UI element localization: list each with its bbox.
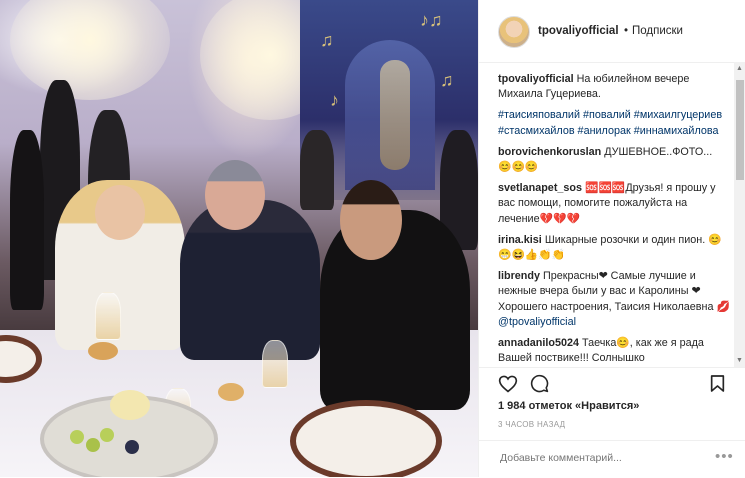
music-note-decoration: ♪ [330, 90, 339, 110]
comments-list: tpovaliyofficial На юбилейном вечере Мих… [498, 72, 730, 369]
comment-text: ДУШЕВНОЕ..ФОТО... [604, 145, 713, 158]
caption-username[interactable]: tpovaliyofficial [498, 73, 574, 85]
comments-scrollbar[interactable]: ▲ ▼ [734, 62, 745, 367]
comment-item: borovichenkoruslan ДУШЕВНОЕ..ФОТО... 😊😊😊 [498, 145, 730, 175]
chandelier-light [10, 0, 170, 100]
comment-username[interactable]: svetlanapet_sos [498, 182, 582, 194]
comment-mention[interactable]: @tpovaliyofficial [498, 316, 576, 328]
face [205, 160, 265, 230]
guest-silhouette [10, 130, 44, 310]
music-note-decoration: ♪♫ [420, 10, 443, 30]
face [95, 185, 145, 240]
more-options-icon[interactable]: ••• [715, 448, 734, 465]
bookmark-icon[interactable] [710, 374, 725, 393]
comment-icon[interactable] [530, 374, 549, 393]
comment-username[interactable]: irina.kisi [498, 234, 542, 246]
grape [70, 430, 84, 444]
comment-item: svetlanapet_sos 🆘🆘🆘Друзья! я прошу у вас… [498, 181, 730, 227]
blueberry [125, 440, 139, 454]
guest-silhouette [300, 130, 334, 210]
comment-item: annadanilo5024 Таечка😊, как же я рада Ва… [498, 336, 730, 366]
heart-icon[interactable] [498, 374, 518, 393]
header-username[interactable]: tpovaliyofficial [538, 25, 619, 37]
caption-hashtags: #таисияповалий #повалий #михаилгуцериев … [498, 108, 730, 138]
face [340, 180, 402, 260]
comment-username[interactable]: librendy [498, 270, 540, 282]
comment-item: librendy Прекрасны❤ Самые лучшие и нежны… [498, 269, 730, 330]
scroll-down-arrow-icon[interactable]: ▼ [736, 357, 743, 364]
post-header: tpovaliyofficial • Подписки [479, 0, 745, 63]
wine-glass [262, 340, 288, 388]
comment-item: irina.kisi Шикарные розочки и один пион.… [498, 233, 730, 263]
add-comment-bar: ••• [479, 440, 745, 478]
hashtag-list[interactable]: #таисияповалий #повалий #михаилгуцериев … [498, 109, 722, 136]
comment-username[interactable]: borovichenkoruslan [498, 146, 601, 158]
music-note-decoration: ♫ [440, 70, 454, 90]
grape [86, 438, 100, 452]
header-separator: • [624, 25, 629, 37]
music-note-decoration: ♫ [320, 30, 334, 50]
post-photo[interactable]: ♫ ♪♫ ♫ ♪ [0, 0, 478, 477]
bread-roll [88, 342, 118, 360]
avatar[interactable] [498, 16, 530, 48]
dinner-plate [290, 400, 442, 477]
post-sidebar: tpovaliyofficial • Подписки tpovaliyoffi… [478, 0, 745, 477]
comment-input[interactable] [498, 451, 702, 465]
caption: tpovaliyofficial На юбилейном вечере Мих… [498, 72, 730, 102]
comment-emoji: 😊😊😊 [498, 161, 539, 174]
comment-username[interactable]: annadanilo5024 [498, 337, 579, 349]
scrollbar-thumb[interactable] [736, 80, 744, 180]
grape [100, 428, 114, 442]
scroll-up-arrow-icon[interactable]: ▲ [736, 65, 743, 72]
pineapple [110, 390, 150, 420]
post-timestamp[interactable]: 3 ЧАСОВ НАЗАД [498, 420, 565, 429]
wine-glass [95, 292, 121, 340]
statue-figure [380, 60, 410, 170]
follow-status-button[interactable]: Подписки [632, 25, 683, 37]
likes-count[interactable]: 1 984 отметок «Нравится» [498, 400, 639, 412]
bread-roll [218, 383, 244, 401]
post-actions [479, 367, 745, 398]
